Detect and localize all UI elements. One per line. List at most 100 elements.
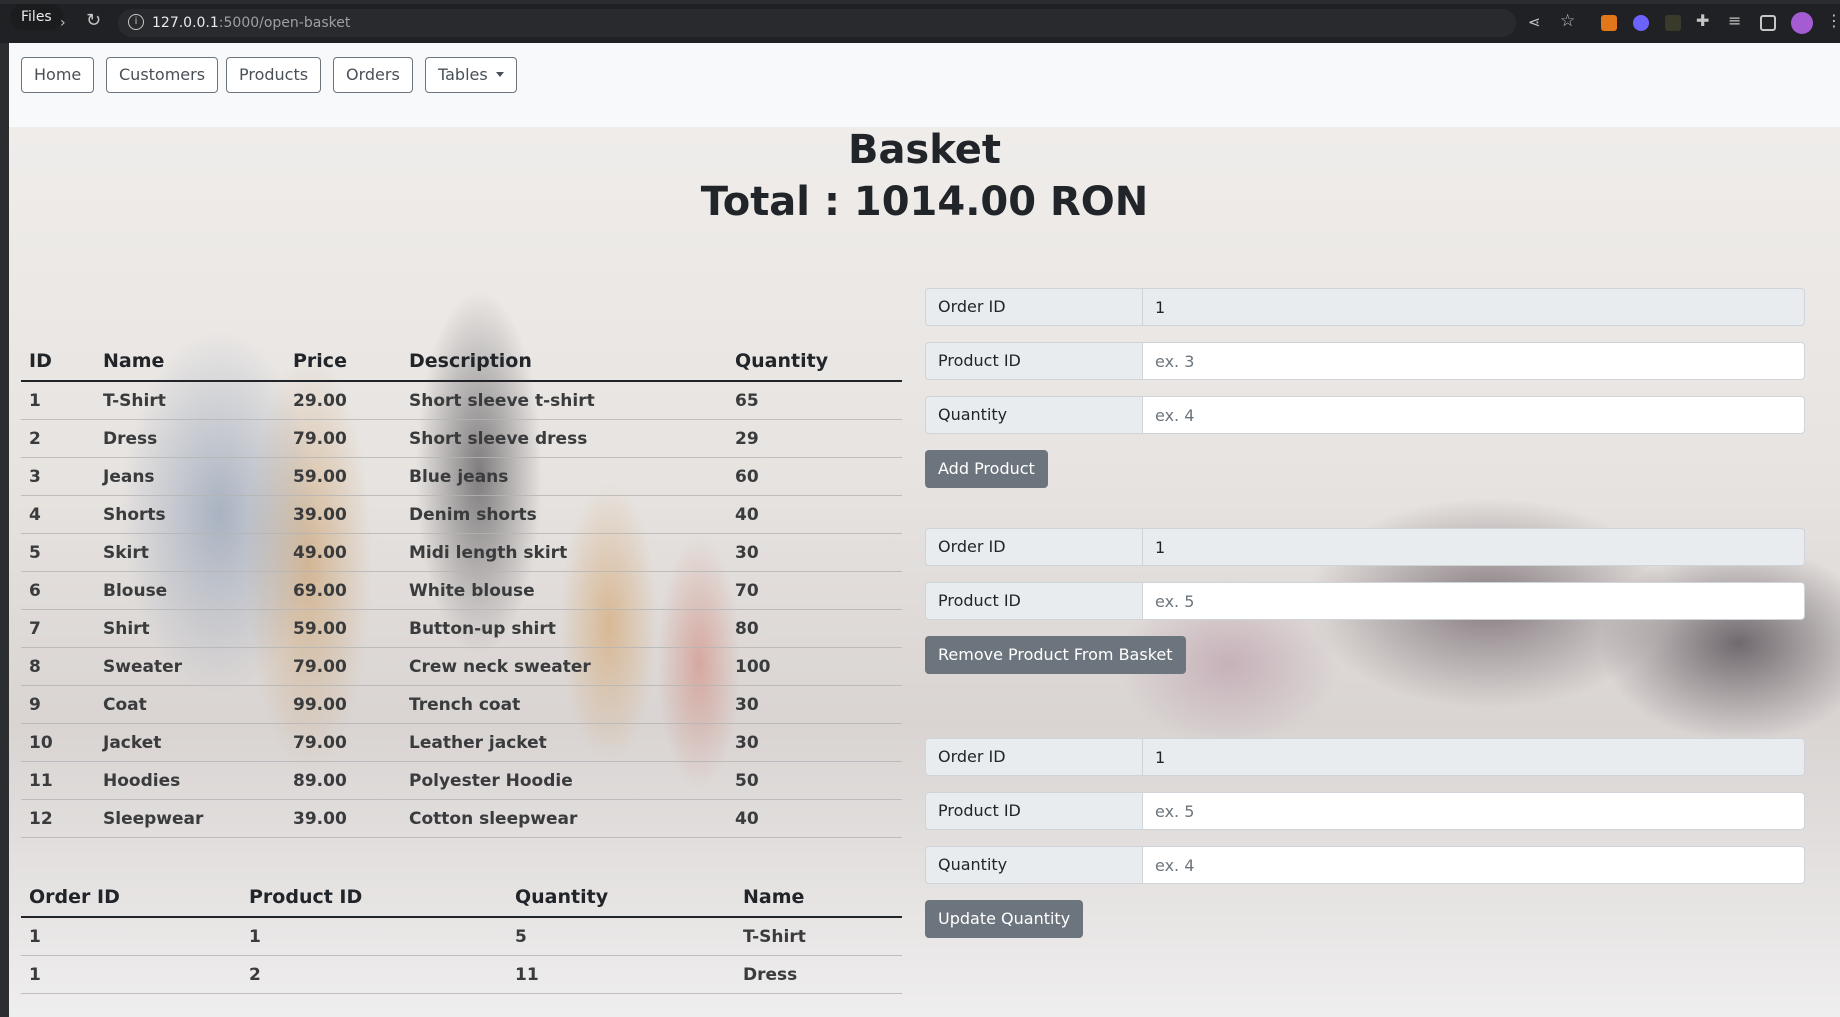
table-cell: 1 — [241, 917, 507, 956]
table-cell: Jeans — [95, 457, 285, 496]
remove-product-button[interactable]: Remove Product From Basket — [925, 636, 1186, 674]
table-cell: White blouse — [401, 571, 727, 610]
table-cell: 65 — [727, 381, 902, 420]
table-cell: Short sleeve t-shirt — [401, 381, 727, 420]
table-cell: 7 — [21, 609, 95, 648]
table-cell: 40 — [727, 495, 902, 534]
tables-label: Tables — [438, 65, 488, 84]
table-cell: 59.00 — [285, 457, 401, 496]
table-cell: 11 — [21, 761, 95, 800]
back-icon[interactable]: › — [60, 14, 66, 32]
table-cell: 12 — [21, 799, 95, 838]
table-cell: Shorts — [95, 495, 285, 534]
column-header: Name — [735, 878, 902, 918]
table-cell: Polyester Hoodie — [401, 761, 727, 800]
product-id-label: Product ID — [925, 582, 1143, 620]
table-row: 10 Jacket 79.00 Leather jacket 30 — [21, 723, 902, 762]
reading-list-icon[interactable]: ≡ — [1728, 12, 1741, 30]
table-cell: 11 — [507, 955, 735, 994]
remove-order-id-group: Order ID — [925, 528, 1805, 566]
nav-tables-dropdown[interactable]: Tables — [425, 57, 517, 93]
nav-products-button[interactable]: Products — [226, 57, 322, 93]
table-cell: 99.00 — [285, 685, 401, 724]
table-cell: Dress — [95, 419, 285, 458]
page-title: Basket — [847, 127, 1002, 173]
extensions-puzzle-icon[interactable]: ✚ — [1696, 12, 1709, 30]
site-info-icon[interactable]: i — [128, 14, 144, 30]
share-icon[interactable]: ⋖ — [1528, 13, 1541, 31]
update-order-id-field[interactable] — [1142, 738, 1805, 776]
remove-product-id-input[interactable] — [1142, 582, 1805, 620]
url-text[interactable]: 127.0.0.1:5000/open-basket — [152, 15, 350, 31]
address-bar[interactable]: i 127.0.0.1:5000/open-basket — [118, 9, 1516, 37]
table-cell: 6 — [21, 571, 95, 610]
table-row: 5 Skirt 49.00 Midi length skirt 30 — [21, 533, 902, 572]
table-cell: 30 — [727, 533, 902, 572]
column-header: Product ID — [241, 878, 507, 918]
table-cell: Cotton sleepwear — [401, 799, 727, 838]
update-quantity-button[interactable]: Update Quantity — [925, 900, 1084, 938]
table-cell: 1 — [21, 955, 241, 994]
bookmark-star-icon[interactable]: ☆ — [1560, 12, 1575, 30]
add-order-id-group: Order ID — [925, 288, 1805, 326]
table-cell: Denim shorts — [401, 495, 727, 534]
table-cell: 79.00 — [285, 647, 401, 686]
table-cell: 30 — [727, 723, 902, 762]
extension-icon[interactable] — [1665, 15, 1681, 31]
table-row: 6 Blouse 69.00 White blouse 70 — [21, 571, 902, 610]
table-cell: Button-up shirt — [401, 609, 727, 648]
column-header: Price — [285, 342, 401, 382]
nav-customers-button[interactable]: Customers — [106, 57, 219, 93]
extension-icon[interactable] — [1633, 15, 1649, 31]
table-cell: Shirt — [95, 609, 285, 648]
menu-icon[interactable]: ⋮ — [1826, 12, 1840, 30]
column-header: Order ID — [21, 878, 241, 918]
nav-orders-button[interactable]: Orders — [333, 57, 413, 93]
table-row: 11 Hoodies 89.00 Polyester Hoodie 50 — [21, 761, 902, 800]
table-cell: 59.00 — [285, 609, 401, 648]
table-cell: Trench coat — [401, 685, 727, 724]
add-product-button[interactable]: Add Product — [925, 450, 1048, 488]
chevron-down-icon — [495, 72, 504, 77]
table-cell: 39.00 — [285, 495, 401, 534]
remove-order-id-field[interactable] — [1142, 528, 1805, 566]
table-header-row: Order ID Product ID Quantity Name — [21, 878, 902, 918]
order-id-label: Order ID — [925, 288, 1143, 326]
table-cell: Jacket — [95, 723, 285, 762]
nav-home-button[interactable]: Home — [21, 57, 95, 93]
update-product-id-input[interactable] — [1142, 792, 1805, 830]
column-header: Description — [401, 342, 727, 382]
add-quantity-input[interactable] — [1142, 396, 1805, 434]
table-cell: Coat — [95, 685, 285, 724]
files-tooltip: Files — [10, 4, 63, 30]
table-cell: Blue jeans — [401, 457, 727, 496]
add-order-id-field[interactable] — [1142, 288, 1805, 326]
column-header: Quantity — [727, 342, 902, 382]
table-cell: Hoodies — [95, 761, 285, 800]
left-edge — [0, 43, 9, 1017]
table-cell: 2 — [241, 955, 507, 994]
table-cell: 3 — [21, 457, 95, 496]
table-cell: T-Shirt — [735, 917, 902, 956]
column-header: ID — [21, 342, 95, 382]
update-quantity-group: Quantity — [925, 846, 1805, 884]
table-row: 8 Sweater 79.00 Crew neck sweater 100 — [21, 647, 902, 686]
metamask-extension-icon[interactable] — [1601, 15, 1617, 31]
add-product-id-input[interactable] — [1142, 342, 1805, 380]
reload-icon[interactable]: ↻ — [86, 12, 101, 30]
table-cell: 60 — [727, 457, 902, 496]
add-product-id-group: Product ID — [925, 342, 1805, 380]
table-cell: Leather jacket — [401, 723, 727, 762]
table-cell: 79.00 — [285, 723, 401, 762]
side-panel-icon[interactable] — [1760, 15, 1776, 31]
table-cell: 1 — [21, 381, 95, 420]
table-cell: 29 — [727, 419, 902, 458]
update-quantity-input[interactable] — [1142, 846, 1805, 884]
tab-strip — [0, 0, 1840, 4]
table-row: 4 Shorts 39.00 Denim shorts 40 — [21, 495, 902, 534]
product-id-label: Product ID — [925, 342, 1143, 380]
table-cell: T-Shirt — [95, 381, 285, 420]
table-cell: 79.00 — [285, 419, 401, 458]
browser-toolbar: Files › ↻ i 127.0.0.1:5000/open-basket ⋖… — [0, 0, 1840, 43]
profile-avatar-icon[interactable] — [1791, 12, 1813, 34]
